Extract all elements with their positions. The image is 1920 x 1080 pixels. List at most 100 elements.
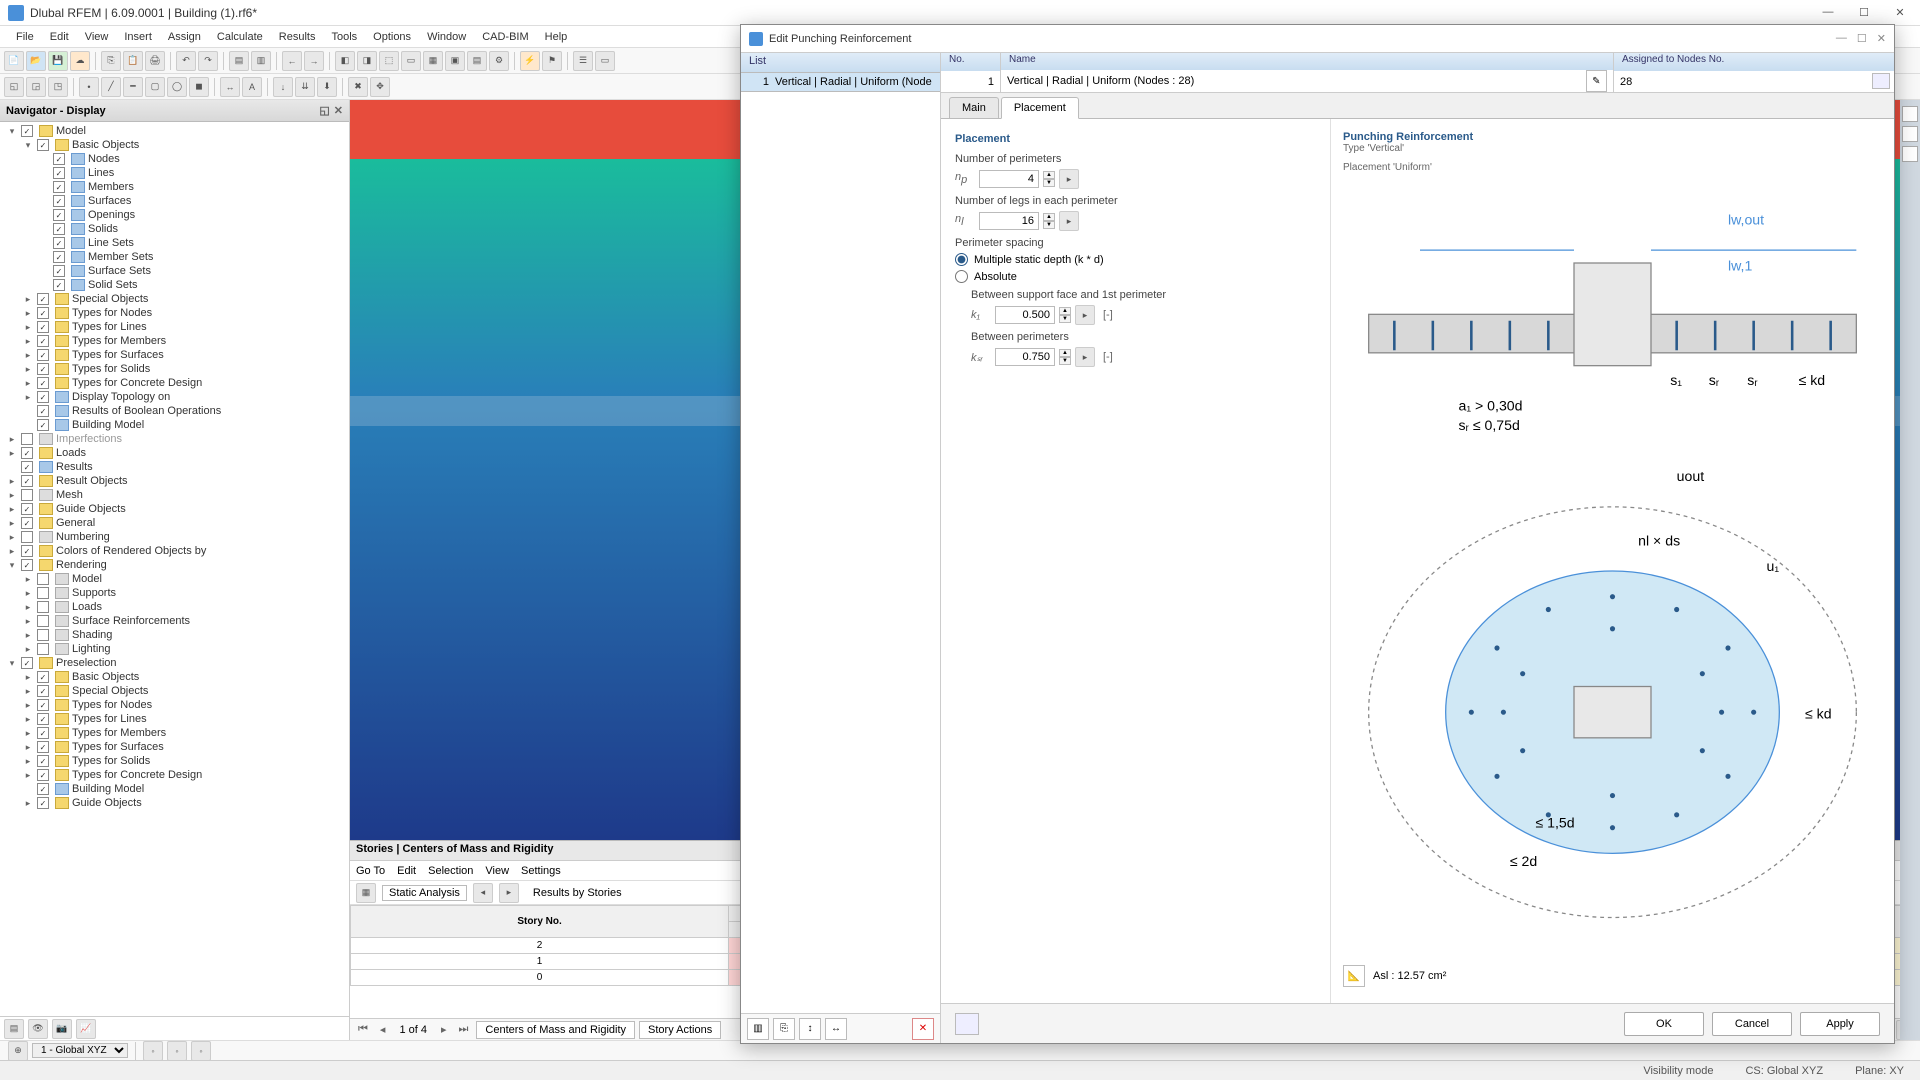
diagram-info-icon[interactable]: 📐: [1343, 965, 1365, 987]
assigned-input[interactable]: [1620, 76, 1888, 88]
expand-icon[interactable]: ▸: [22, 364, 34, 375]
tree-item-types-for-surfaces[interactable]: ▸Types for Surfaces: [0, 740, 349, 754]
pick-nodes-icon[interactable]: [1872, 73, 1890, 89]
step-icon[interactable]: ▸: [1075, 347, 1095, 367]
checkbox[interactable]: [37, 419, 49, 431]
checkbox[interactable]: [53, 209, 65, 221]
load1-icon[interactable]: ↓: [273, 77, 293, 97]
tree-item-results[interactable]: Results: [0, 460, 349, 474]
opening-icon[interactable]: ◯: [167, 77, 187, 97]
checkbox[interactable]: [37, 615, 49, 627]
num-perim-input[interactable]: [979, 170, 1039, 188]
checkbox[interactable]: [21, 517, 33, 529]
expand-icon[interactable]: ▾: [22, 140, 34, 151]
radio-multiple[interactable]: [955, 253, 968, 266]
checkbox[interactable]: [37, 293, 49, 305]
view-side-icon[interactable]: ▭: [401, 51, 421, 71]
radio-absolute[interactable]: [955, 270, 968, 283]
close-icon[interactable]: ✕: [1888, 6, 1912, 19]
checkbox[interactable]: [53, 279, 65, 291]
tree-item-surface-sets[interactable]: Surface Sets: [0, 264, 349, 278]
checkbox[interactable]: [21, 531, 33, 543]
tree-item-general[interactable]: ▸General: [0, 516, 349, 530]
reinforcement-list[interactable]: 1 Vertical | Radial | Uniform (Node: [741, 73, 940, 1013]
up-icon[interactable]: ↕: [799, 1018, 821, 1040]
tree-item-nodes[interactable]: Nodes: [0, 152, 349, 166]
cloud-icon[interactable]: ☁: [70, 51, 90, 71]
new-icon[interactable]: 📄: [4, 51, 24, 71]
tree-item-colors-of-rendered-objects-by[interactable]: ▸Colors of Rendered Objects by: [0, 544, 349, 558]
expand-icon[interactable]: ▸: [22, 336, 34, 347]
checkbox[interactable]: [37, 405, 49, 417]
stories-menu-settings[interactable]: Settings: [521, 865, 561, 877]
list-icon[interactable]: ☰: [573, 51, 593, 71]
tree-item-surface-reinforcements[interactable]: ▸Surface Reinforcements: [0, 614, 349, 628]
filter-icon[interactable]: ▦: [356, 883, 376, 903]
checkbox[interactable]: [53, 195, 65, 207]
checkbox[interactable]: [37, 321, 49, 333]
expand-icon[interactable]: ▸: [22, 770, 34, 781]
tree-item-guide-objects[interactable]: ▸Guide Objects: [0, 502, 349, 516]
down-icon[interactable]: ▼: [1043, 179, 1055, 187]
tree-item-result-objects[interactable]: ▸Result Objects: [0, 474, 349, 488]
surface-icon[interactable]: ▢: [145, 77, 165, 97]
arrow-r-icon[interactable]: →: [304, 51, 324, 71]
cs-icon[interactable]: ⊕: [8, 1041, 28, 1061]
open-icon[interactable]: 📂: [26, 51, 46, 71]
redo-icon[interactable]: ↷: [198, 51, 218, 71]
node-icon[interactable]: •: [79, 77, 99, 97]
tab-data-icon[interactable]: ▤: [4, 1019, 24, 1039]
checkbox[interactable]: [21, 545, 33, 557]
menu-insert[interactable]: Insert: [116, 31, 160, 43]
member-icon[interactable]: ━: [123, 77, 143, 97]
tree-item-building-model[interactable]: Building Model: [0, 782, 349, 796]
load2-icon[interactable]: ⇊: [295, 77, 315, 97]
panel-close-icon[interactable]: ✕: [334, 104, 343, 117]
checkbox[interactable]: [53, 223, 65, 235]
tree-item-member-sets[interactable]: Member Sets: [0, 250, 349, 264]
expand-icon[interactable]: ▸: [22, 350, 34, 361]
tree-item-lighting[interactable]: ▸Lighting: [0, 642, 349, 656]
expand-icon[interactable]: ▸: [22, 742, 34, 753]
line-icon[interactable]: ╱: [101, 77, 121, 97]
next-page-icon[interactable]: ▸: [437, 1023, 451, 1036]
down-icon[interactable]: ▼: [1043, 221, 1055, 229]
checkbox[interactable]: [37, 783, 49, 795]
expand-icon[interactable]: ▸: [6, 504, 18, 515]
cancel-button[interactable]: Cancel: [1712, 1012, 1792, 1036]
checkbox[interactable]: [21, 125, 33, 137]
expand-icon[interactable]: ▸: [22, 378, 34, 389]
expand-icon[interactable]: ▸: [22, 714, 34, 725]
tab-placement[interactable]: Placement: [1001, 97, 1079, 119]
tree-item-basic-objects[interactable]: ▸Basic Objects: [0, 670, 349, 684]
checkbox[interactable]: [21, 433, 33, 445]
expand-icon[interactable]: ▸: [22, 588, 34, 599]
checkbox[interactable]: [37, 377, 49, 389]
tab-eye-icon[interactable]: 👁: [28, 1019, 48, 1039]
checkbox[interactable]: [53, 181, 65, 193]
expand-icon[interactable]: ▸: [22, 700, 34, 711]
dim-icon[interactable]: ↔: [220, 77, 240, 97]
k1-input[interactable]: [995, 306, 1055, 324]
checkbox[interactable]: [37, 755, 49, 767]
tree-item-imperfections[interactable]: ▸Imperfections: [0, 432, 349, 446]
tree-item-lines[interactable]: Lines: [0, 166, 349, 180]
tree-item-numbering[interactable]: ▸Numbering: [0, 530, 349, 544]
menu-options[interactable]: Options: [365, 31, 419, 43]
checkbox[interactable]: [37, 727, 49, 739]
tree-item-basic-objects[interactable]: ▾Basic Objects: [0, 138, 349, 152]
tree-item-line-sets[interactable]: Line Sets: [0, 236, 349, 250]
doc1-icon[interactable]: ▤: [229, 51, 249, 71]
checkbox[interactable]: [37, 349, 49, 361]
checkbox[interactable]: [37, 797, 49, 809]
view-iso-icon[interactable]: ◧: [335, 51, 355, 71]
maximize-icon[interactable]: ☐: [1852, 6, 1876, 19]
tree-item-guide-objects[interactable]: ▸Guide Objects: [0, 796, 349, 810]
menu-edit[interactable]: Edit: [42, 31, 77, 43]
menu-tools[interactable]: Tools: [323, 31, 365, 43]
checkbox[interactable]: [53, 167, 65, 179]
expand-icon[interactable]: ▸: [22, 798, 34, 809]
arrow-l-icon[interactable]: ←: [282, 51, 302, 71]
snap3-icon[interactable]: ◦: [191, 1041, 211, 1061]
checkbox[interactable]: [21, 461, 33, 473]
